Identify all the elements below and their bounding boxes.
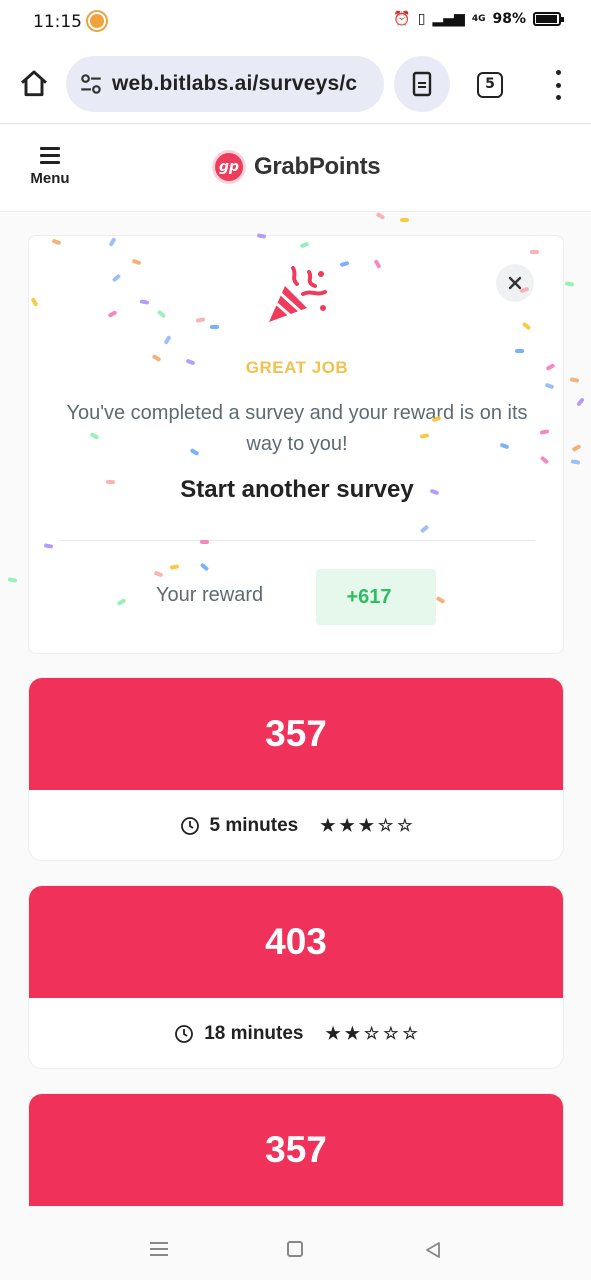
party-popper-icon: [269, 266, 327, 322]
site-settings-icon[interactable]: [78, 71, 104, 97]
survey-meta: 18 minutes ★ ★ ☆ ☆ ☆: [29, 998, 563, 1068]
signal-icon: ▂▄▆: [432, 11, 465, 27]
star-filled-icon: ★: [358, 816, 374, 835]
status-time: 11:15: [33, 12, 82, 32]
confetti-piece: [200, 540, 209, 544]
survey-duration: 18 minutes: [204, 1023, 304, 1044]
brand-logo: gp: [212, 150, 246, 184]
vibrate-icon: ▯: [417, 11, 426, 27]
confetti-piece: [7, 577, 18, 583]
more-options-button[interactable]: [548, 70, 568, 100]
confetti-piece: [530, 250, 539, 254]
system-navigation-bar: [0, 1206, 591, 1280]
confetti-piece: [564, 281, 575, 287]
star-empty-icon: ☆: [377, 816, 394, 835]
star-filled-icon: ★: [339, 816, 355, 835]
success-message: You've completed a survey and your rewar…: [66, 402, 528, 455]
survey-card[interactable]: 403 18 minutes ★ ★ ☆ ☆ ☆: [28, 885, 564, 1069]
hamburger-icon: [40, 147, 60, 164]
alarm-icon: ⏰: [393, 11, 411, 27]
clock-icon: [180, 817, 199, 835]
survey-duration: 5 minutes: [209, 815, 299, 836]
confetti-piece: [570, 459, 581, 465]
survey-rating-stars: ★ ★ ☆ ☆ ☆: [326, 1024, 418, 1044]
back-icon[interactable]: [424, 1241, 442, 1259]
status-bar: 11:15 ⏰ ▯ ▂▄▆ 4G 98%: [0, 0, 591, 44]
close-icon: [508, 276, 522, 290]
brand-name: GrabPoints: [254, 153, 381, 180]
survey-points: 403: [29, 886, 563, 998]
survey-meta: 5 minutes ★ ★ ★ ☆ ☆: [29, 790, 563, 860]
confetti-piece: [576, 397, 585, 407]
survey-points: 357: [29, 678, 563, 790]
star-filled-icon: ★: [344, 1024, 360, 1043]
confetti-piece: [375, 212, 386, 220]
confetti-piece: [210, 325, 219, 329]
battery-icon: [533, 12, 564, 26]
home-icon[interactable]: [18, 68, 50, 100]
survey-rating-stars: ★ ★ ★ ☆ ☆: [320, 816, 412, 836]
close-button[interactable]: [496, 264, 534, 302]
network-type: 4G: [471, 14, 486, 24]
reader-mode-button[interactable]: [394, 56, 450, 112]
success-heading: GREAT JOB: [245, 358, 349, 377]
star-empty-icon: ☆: [364, 1024, 380, 1043]
survey-points: 357: [29, 1094, 563, 1206]
confetti-piece: [400, 218, 409, 222]
confetti-piece: [515, 349, 524, 353]
brand: gp GrabPoints: [212, 150, 381, 184]
status-indicators: ⏰ ▯ ▂▄▆ 4G 98%: [393, 11, 564, 27]
notification-icon: [88, 12, 106, 30]
menu-label: Menu: [30, 170, 70, 187]
home-button-icon[interactable]: [287, 1241, 303, 1257]
star-empty-icon: ☆: [383, 1024, 399, 1043]
browser-toolbar: web.bitlabs.ai/surveys/c 5: [0, 44, 591, 124]
reward-value-badge: +617: [316, 569, 436, 625]
reward-label: Your reward: [156, 584, 264, 606]
url-text: web.bitlabs.ai/surveys/c: [112, 72, 358, 95]
confetti-piece: [569, 377, 580, 383]
star-empty-icon: ☆: [402, 1024, 418, 1043]
divider: [59, 540, 535, 541]
star-filled-icon: ★: [325, 1024, 341, 1043]
star-filled-icon: ★: [320, 816, 336, 835]
menu-button[interactable]: Menu: [26, 147, 74, 187]
battery-level: 98%: [492, 11, 526, 27]
survey-complete-card: GREAT JOB You've completed a survey and …: [28, 235, 564, 654]
address-bar[interactable]: web.bitlabs.ai/surveys/c: [66, 56, 384, 112]
reader-icon: [412, 71, 432, 97]
app-header: Menu gp GrabPoints: [0, 125, 591, 212]
clock-icon: [175, 1025, 194, 1043]
tab-switcher-button[interactable]: 5: [477, 72, 503, 98]
confetti-piece: [571, 444, 582, 452]
recent-apps-icon[interactable]: [150, 1242, 168, 1260]
survey-card[interactable]: 357 5 minutes ★ ★ ★ ☆ ☆: [28, 677, 564, 861]
confetti-piece: [106, 480, 115, 484]
star-empty-icon: ☆: [397, 816, 413, 835]
